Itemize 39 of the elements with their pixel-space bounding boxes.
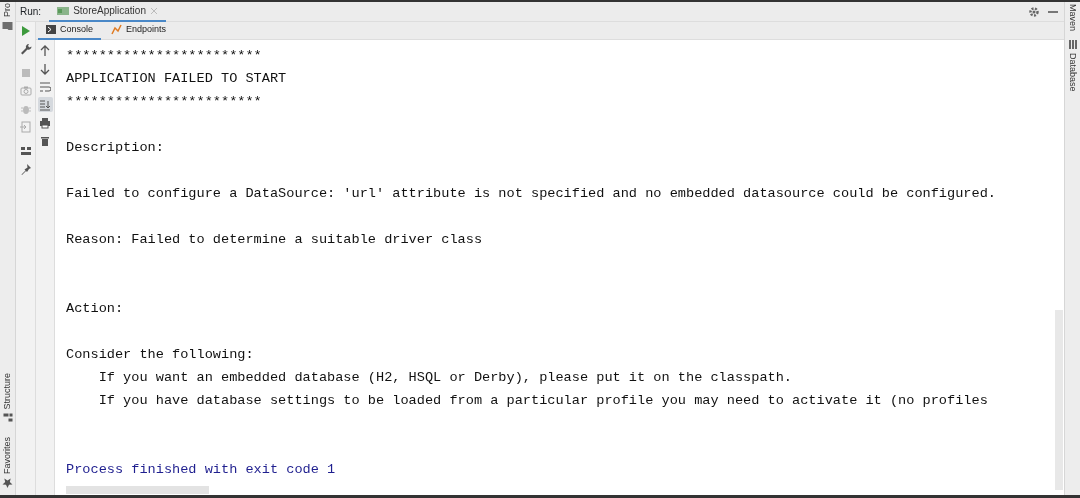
soft-wrap-icon[interactable] bbox=[39, 80, 51, 93]
side-tab[interactable]: Database bbox=[1065, 53, 1080, 92]
console-icon bbox=[46, 25, 56, 34]
folder-icon bbox=[1, 20, 14, 32]
scrollbar-thumb[interactable] bbox=[66, 486, 209, 494]
side-tab[interactable]: Favorites bbox=[0, 437, 15, 474]
trash-icon[interactable] bbox=[39, 134, 51, 147]
console-line: Consider the following: bbox=[66, 346, 254, 364]
endpoints-tab[interactable]: Endpoints bbox=[103, 21, 175, 40]
print-icon[interactable] bbox=[39, 116, 51, 129]
app-icon bbox=[57, 5, 70, 16]
play-icon[interactable] bbox=[19, 25, 32, 37]
star-icon bbox=[1, 477, 14, 489]
console-line: Action: bbox=[66, 300, 124, 318]
side-tab[interactable]: Pro bbox=[0, 3, 15, 17]
structure-icon bbox=[2, 413, 13, 423]
layout-icon[interactable] bbox=[19, 145, 32, 157]
wrench-icon[interactable] bbox=[19, 43, 32, 55]
minimize-icon[interactable] bbox=[1048, 10, 1058, 13]
side-tab[interactable]: Maven bbox=[1065, 4, 1080, 31]
console-line: If you have database settings to be loaded from a particular profile you may need to activate it (no profiles bbox=[97, 392, 988, 410]
console-line: ************************ bbox=[66, 93, 262, 111]
scroll-to-end-icon[interactable] bbox=[39, 98, 51, 111]
console-line: APPLICATION FAILED TO START bbox=[66, 70, 287, 88]
console-line: Description: bbox=[66, 139, 164, 157]
side-tab[interactable]: Structure bbox=[0, 373, 15, 410]
settings-icon[interactable] bbox=[1028, 5, 1040, 18]
scrollbar-thumb[interactable] bbox=[1055, 310, 1063, 490]
console-line: If you want an embedded database (H2, HSQL or Derby), please put it on the classpath. bbox=[97, 369, 793, 387]
arrow-up-icon[interactable] bbox=[39, 44, 51, 57]
exit-message: Process finished with exit code 1 bbox=[66, 461, 336, 479]
pin-icon[interactable] bbox=[19, 163, 32, 175]
database-icon bbox=[1067, 39, 1078, 50]
console-line: ************************ bbox=[66, 47, 262, 65]
arrow-down-icon[interactable] bbox=[39, 62, 51, 75]
console-line: Reason: Failed to determine a suitable driver class bbox=[66, 231, 483, 249]
run-label: Run: bbox=[20, 5, 42, 19]
console-line: Failed to configure a DataSource: 'url' attribute is not specified and no embedded datasource could be configured. bbox=[66, 185, 996, 203]
endpoints-icon bbox=[111, 24, 123, 35]
